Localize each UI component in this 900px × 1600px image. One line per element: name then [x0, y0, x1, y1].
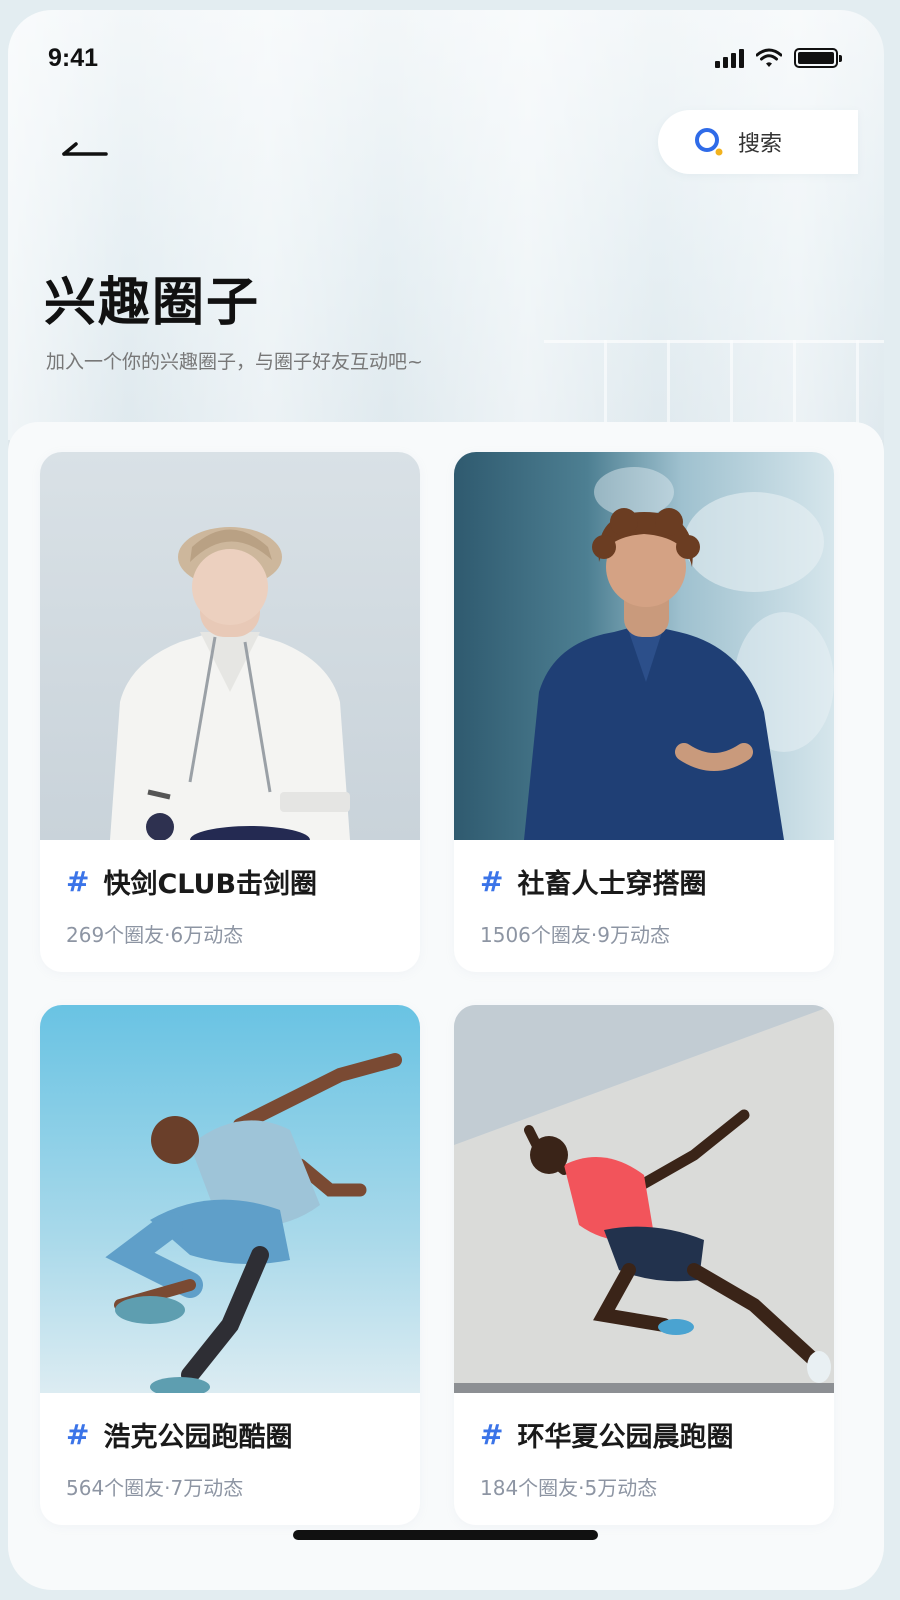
circle-card[interactable]: # 快剑CLUB击剑圈 269个圈友·6万动态 — [40, 452, 420, 972]
circle-cover-image — [454, 452, 834, 840]
hashtag-icon: # — [480, 865, 504, 898]
circle-title: # 快剑CLUB击剑圈 — [66, 862, 317, 901]
hashtag-icon: # — [66, 1418, 90, 1451]
circle-name: 社畜人士穿搭圈 — [517, 869, 707, 900]
circle-name: 浩克公园跑酷圈 — [103, 1422, 293, 1453]
status-bar: 9:41 — [48, 40, 842, 80]
page-title: 兴趣圈子 — [44, 273, 261, 333]
wifi-icon — [756, 48, 782, 67]
circle-card[interactable]: # 浩克公园跑酷圈 564个圈友·7万动态 — [40, 1005, 420, 1525]
status-icons — [715, 48, 842, 68]
circle-stats: 269个圈友·6万动态 — [66, 923, 244, 947]
search-label: 搜索 — [738, 132, 783, 157]
circle-list-panel: # 快剑CLUB击剑圈 269个圈友·6万动态 # 社畜人士穿搭圈 1506个圈… — [8, 422, 884, 1590]
search-button[interactable]: 搜索 — [658, 110, 858, 174]
circle-name: 快剑CLUB击剑圈 — [103, 869, 318, 900]
back-button[interactable] — [60, 128, 120, 168]
circle-stats: 1506个圈友·9万动态 — [480, 923, 670, 947]
back-arrow-icon — [62, 142, 108, 156]
hashtag-icon: # — [66, 865, 90, 898]
phone-screen: 9:41 搜索 兴趣圈子 加入一个你的兴趣圈子，与圈子好友互动吧~ # 快剑CL… — [8, 10, 884, 1590]
status-time: 9:41 — [48, 44, 99, 72]
hero-window-decoration — [544, 340, 884, 430]
circle-cover-image — [454, 1005, 834, 1393]
circle-title: # 浩克公园跑酷圈 — [66, 1415, 292, 1454]
circle-cover-image — [40, 1005, 420, 1393]
hashtag-icon: # — [480, 1418, 504, 1451]
home-indicator[interactable] — [293, 1530, 598, 1540]
search-icon — [695, 128, 723, 156]
circle-card[interactable]: # 环华夏公园晨跑圈 184个圈友·5万动态 — [454, 1005, 834, 1525]
circle-name: 环华夏公园晨跑圈 — [517, 1422, 734, 1453]
battery-icon — [794, 48, 842, 68]
cellular-signal-icon — [715, 48, 744, 68]
circle-stats: 564个圈友·7万动态 — [66, 1476, 244, 1500]
circle-card[interactable]: # 社畜人士穿搭圈 1506个圈友·9万动态 — [454, 452, 834, 972]
circle-cover-image — [40, 452, 420, 840]
page-subtitle: 加入一个你的兴趣圈子，与圈子好友互动吧~ — [46, 351, 423, 373]
circle-title: # 社畜人士穿搭圈 — [480, 862, 706, 901]
circle-stats: 184个圈友·5万动态 — [480, 1476, 658, 1500]
circle-title: # 环华夏公园晨跑圈 — [480, 1415, 733, 1454]
